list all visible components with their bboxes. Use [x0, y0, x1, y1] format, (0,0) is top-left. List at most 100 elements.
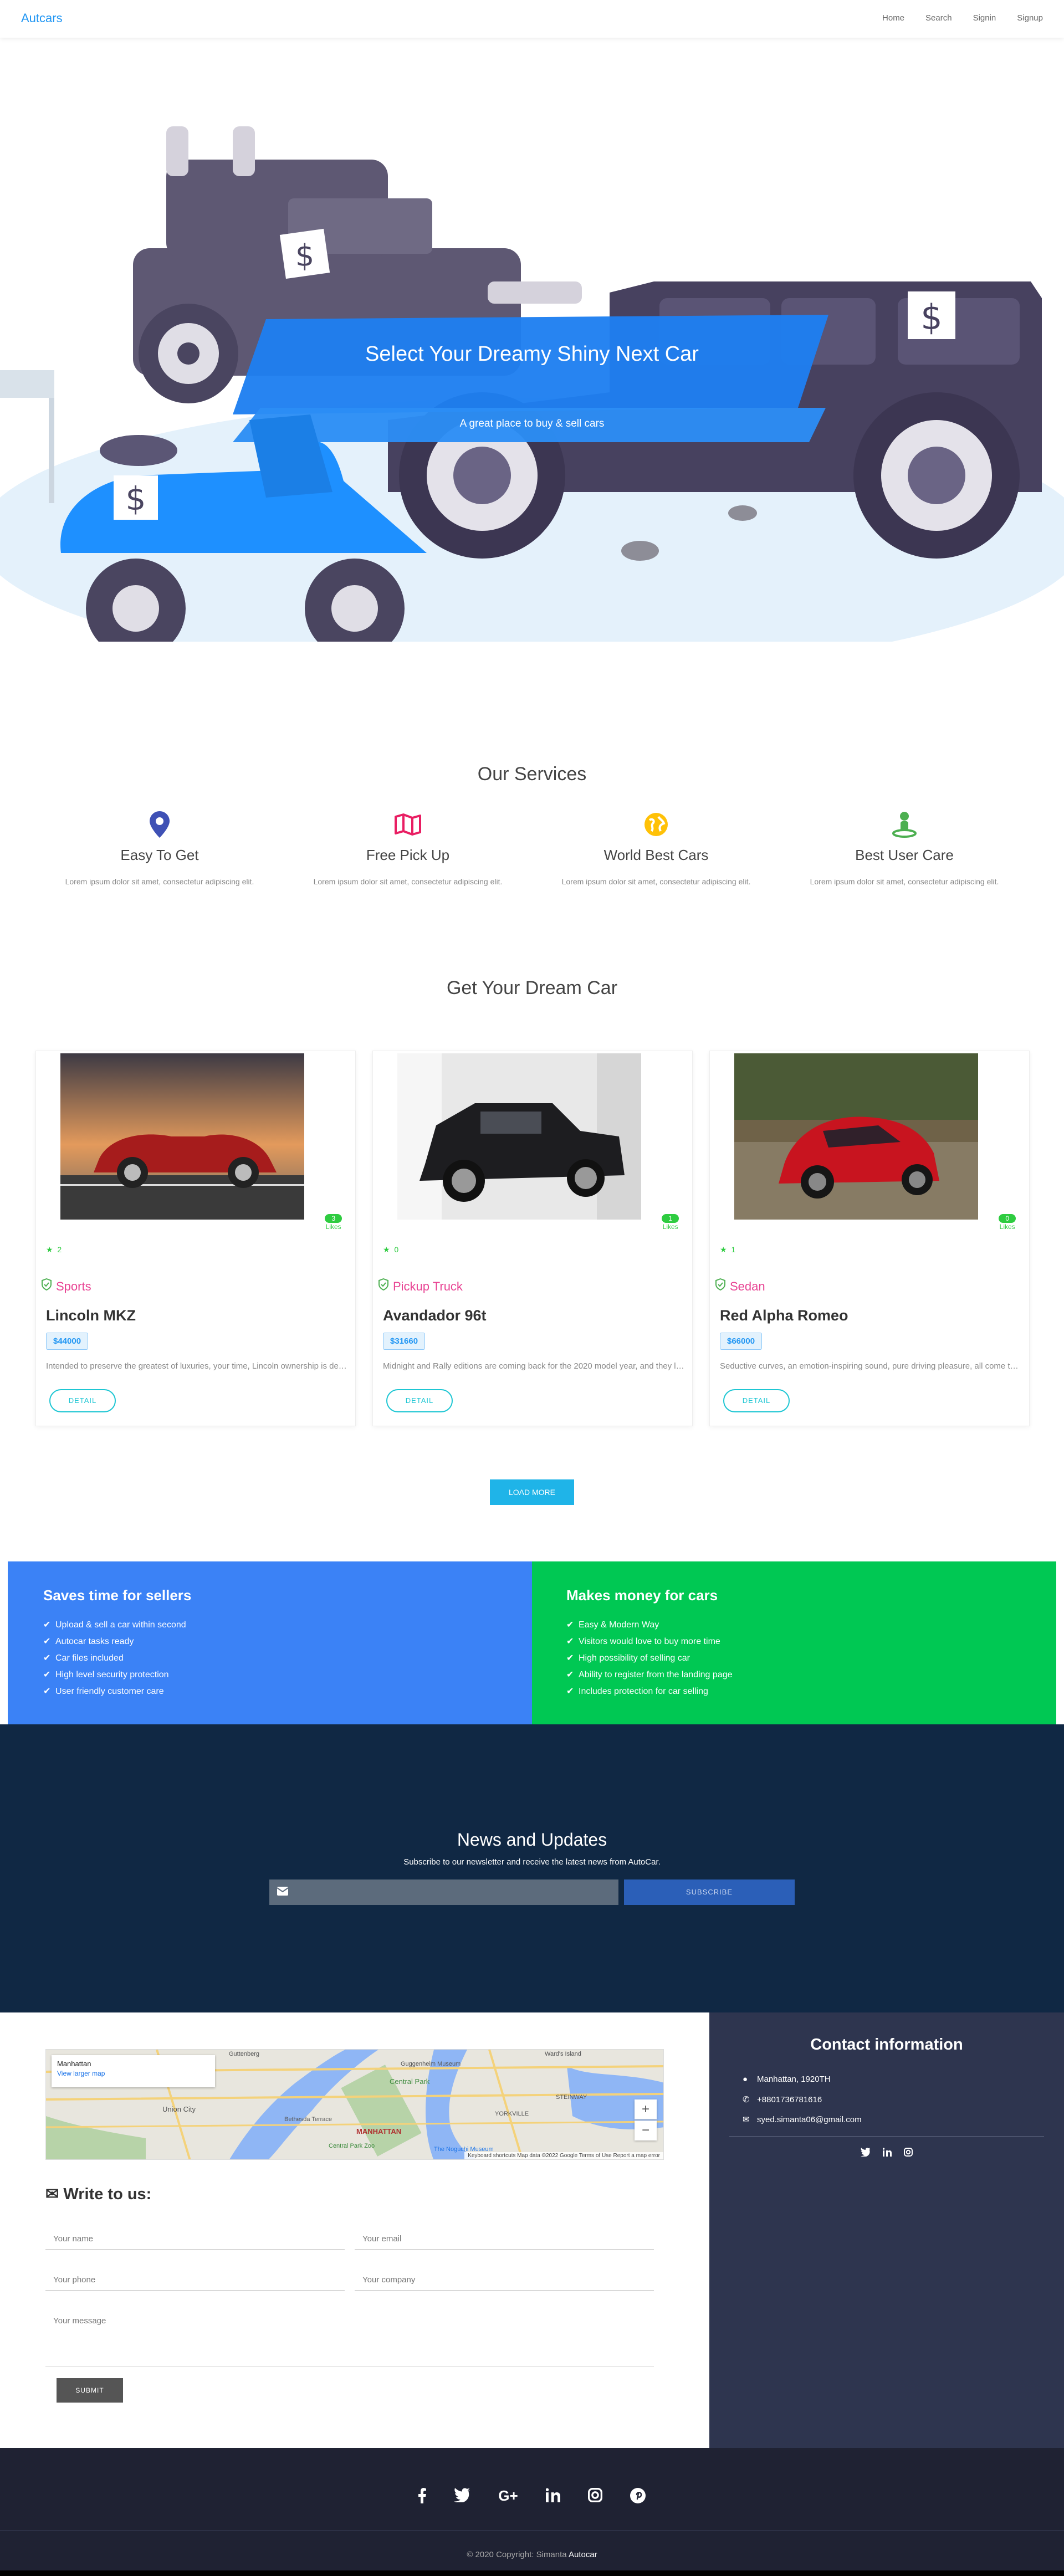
car-card[interactable]: 0 Likes ★ 1 Sedan Red Alpha Romeo $66000…	[709, 1051, 1030, 1426]
zoom-out-button[interactable]: −	[635, 2121, 657, 2140]
detail-button[interactable]: DETAIL	[723, 1389, 790, 1412]
list-item: ✔ Easy & Modern Way	[566, 1620, 659, 1630]
feature-panel-money: Makes money for cars ✔ Easy & Modern Way …	[532, 1561, 1056, 1724]
nav-search[interactable]: Search	[925, 13, 952, 23]
hero-section: $ $ $ Select Your Dreamy Shiny Next Car …	[0, 38, 1064, 642]
email-field[interactable]: Your email	[355, 2230, 654, 2250]
service-title: World Best Cars	[603, 847, 709, 863]
check-icon: ✔	[43, 1637, 51, 1646]
linkedin-icon[interactable]	[882, 2148, 892, 2159]
service-text: Lorem ipsum dolor sit amet, consectetur …	[313, 877, 503, 886]
user-location-icon	[788, 809, 1021, 840]
envelope-icon: ✉	[45, 2185, 59, 2203]
phone-icon: ✆	[743, 2095, 750, 2104]
contact-phone: ✆ +8801736781616	[743, 2095, 822, 2104]
feature-title: Makes money for cars	[566, 1587, 718, 1604]
map-label: Guggenheim Museum	[401, 2061, 461, 2067]
likes-badge[interactable]: 3 Likes	[325, 1214, 342, 1231]
services-title: Our Services	[477, 764, 587, 785]
list-item: ✔ Autocar tasks ready	[43, 1637, 134, 1646]
copyright: © 2020 Copyright: Simanta Autocar	[467, 2550, 597, 2559]
rating: ★ 0	[383, 1245, 398, 1254]
star-icon: ★	[46, 1245, 53, 1254]
car-name: Avandador 96t	[383, 1307, 487, 1324]
rating-value: 0	[394, 1245, 399, 1254]
check-icon: ✔	[566, 1670, 574, 1679]
newsletter-section: News and Updates Subscribe to our newsle…	[0, 1724, 1064, 2012]
footer: G+ © 2020 Copyright: Simanta Autocar	[0, 2448, 1064, 2576]
car-photo-black-pickup-truck	[397, 1053, 641, 1220]
message-field[interactable]: Your message	[45, 2312, 654, 2367]
twitter-icon[interactable]	[454, 2488, 470, 2506]
service-title: Free Pick Up	[366, 847, 450, 863]
contact-info-panel: Contact information ● Manhattan, 1920TH ✆…	[709, 2012, 1064, 2448]
divider	[0, 2530, 1064, 2531]
name-field[interactable]: Your name	[45, 2230, 345, 2250]
car-name: Lincoln MKZ	[46, 1307, 136, 1324]
service-easy-to-get: Easy To Get Lorem ipsum dolor sit amet, …	[43, 809, 276, 886]
globe-icon	[540, 809, 773, 840]
rating-value: 2	[57, 1245, 62, 1254]
likes-count: 3	[325, 1214, 342, 1223]
instagram-icon[interactable]	[587, 2488, 602, 2506]
newsletter-title: News and Updates	[457, 1830, 607, 1850]
category-label: Pickup Truck	[393, 1279, 463, 1293]
company-field[interactable]: Your company	[355, 2271, 654, 2291]
car-card[interactable]: 3 Likes ★ 2 Sports Lincoln MKZ $44000 In…	[35, 1051, 356, 1426]
submit-button[interactable]: SUBMIT	[57, 2378, 123, 2403]
car-category: Pickup Truck	[378, 1278, 463, 1294]
pinterest-icon[interactable]	[630, 2488, 646, 2506]
check-icon: ✔	[566, 1620, 574, 1630]
shield-icon	[378, 1278, 388, 1294]
brand-logo[interactable]: Autcars	[21, 11, 63, 25]
nav-signup[interactable]: Signup	[1017, 13, 1043, 23]
contact-address: ● Manhattan, 1920TH	[743, 2075, 831, 2084]
view-larger-map-link[interactable]: View larger map	[57, 2070, 105, 2077]
hero-subtitle: A great place to buy & sell cars	[459, 418, 605, 429]
likes-badge[interactable]: 0 Likes	[999, 1214, 1016, 1231]
service-text: Lorem ipsum dolor sit amet, consectetur …	[65, 877, 254, 886]
likes-badge[interactable]: 1 Likes	[662, 1214, 679, 1231]
check-icon: ✔	[43, 1653, 51, 1663]
nav-home[interactable]: Home	[882, 13, 904, 23]
map-label: Central Park	[390, 2077, 430, 2086]
category-label: Sedan	[730, 1279, 765, 1293]
shield-icon	[715, 1278, 725, 1294]
nav-signin[interactable]: Signin	[973, 13, 996, 23]
facebook-icon[interactable]	[418, 2488, 427, 2506]
envelope-icon	[277, 1887, 289, 1898]
service-title: Best User Care	[855, 847, 954, 863]
instagram-icon[interactable]	[904, 2148, 913, 2159]
zoom-in-button[interactable]: +	[635, 2099, 657, 2119]
copyright-brand-link[interactable]: Autocar	[569, 2550, 597, 2559]
check-icon: ✔	[566, 1653, 574, 1663]
list-item: ✔ Upload & sell a car within second	[43, 1620, 186, 1630]
detail-button[interactable]: DETAIL	[49, 1389, 116, 1412]
star-icon: ★	[720, 1245, 727, 1254]
twitter-icon[interactable]	[861, 2148, 871, 2159]
svg-text:$: $	[126, 480, 146, 518]
map-label: Bethesda Terrace	[284, 2116, 332, 2123]
map-pin-icon	[43, 809, 276, 840]
star-icon: ★	[383, 1245, 390, 1254]
phone-field[interactable]: Your phone	[45, 2271, 345, 2291]
service-text: Lorem ipsum dolor sit amet, consectetur …	[561, 877, 751, 886]
footer-bottom-bar	[0, 2570, 1064, 2576]
footer-social-links: G+	[0, 2488, 1064, 2506]
contact-info-title: Contact information	[810, 2036, 963, 2053]
car-card[interactable]: 1 Likes ★ 0 Pickup Truck Avandador 96t $…	[372, 1051, 693, 1426]
detail-button[interactable]: DETAIL	[386, 1389, 453, 1412]
rating: ★ 2	[46, 1245, 62, 1254]
google-plus-icon[interactable]: G+	[498, 2488, 518, 2506]
map-marker-icon: ●	[743, 2075, 748, 2084]
price-tag-scooter: $	[114, 475, 158, 520]
svg-text:$: $	[295, 238, 314, 273]
map-label: Union City	[162, 2105, 196, 2113]
linkedin-icon[interactable]	[545, 2488, 560, 2506]
newsletter-email-input[interactable]	[269, 1879, 618, 1905]
map-attribution: Keyboard shortcuts Map data ©2022 Google…	[464, 2152, 663, 2159]
svg-text:$: $	[920, 297, 942, 337]
subscribe-button[interactable]: SUBSCRIBE	[624, 1879, 795, 1905]
map-embed[interactable]: Union City MANHATTAN Central Park Guggen…	[45, 2049, 664, 2160]
load-more-button[interactable]: LOAD MORE	[490, 1479, 574, 1505]
